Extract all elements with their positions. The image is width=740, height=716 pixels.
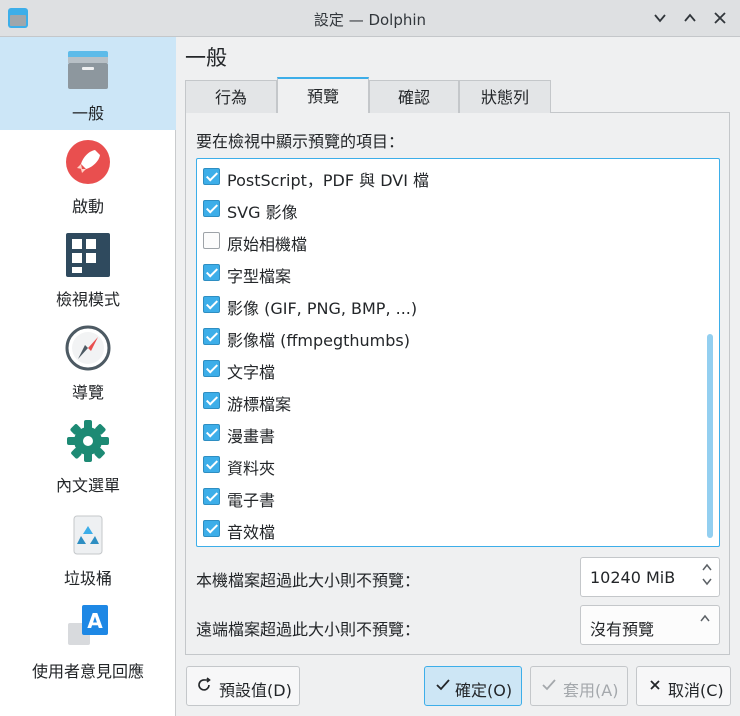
list-item-label: 影像 (GIF, PNG, BMP, ...) (227, 299, 418, 318)
list-scrollbar[interactable] (707, 334, 713, 538)
chevron-up-icon (684, 13, 696, 22)
checkbox[interactable] (203, 168, 220, 185)
list-item[interactable]: 影像檔 (ffmpegthumbs) (197, 321, 697, 353)
preview-section-label: 要在檢視中顯示預覽的項目： (196, 132, 405, 151)
preview-plugin-list[interactable]: PostScript，PDF 與 DVI 檔 SVG 影像 原始相機檔 字型檔案… (196, 158, 720, 547)
defaults-button-label: 預設值(D) (219, 681, 292, 700)
sidebar-item-label: 一般 (71, 104, 104, 123)
window-title: 設定 — Dolphin (313, 11, 427, 29)
chevron-down-icon[interactable] (701, 575, 713, 589)
list-item[interactable]: PostScript，PDF 與 DVI 檔 (197, 161, 697, 193)
tab-status-bar[interactable]: 狀態列 (459, 80, 551, 113)
checkbox[interactable] (203, 264, 220, 281)
gear-icon (67, 420, 109, 462)
trash-icon (73, 515, 103, 555)
list-item[interactable]: 文字檔 (197, 353, 697, 385)
list-item-label: 音效檔 (227, 523, 276, 542)
checkbox[interactable] (203, 296, 220, 313)
list-item-label: 電子書 (227, 491, 276, 510)
list-item[interactable]: 電子書 (197, 481, 697, 513)
cancel-button[interactable]: 取消(C) (636, 666, 731, 706)
checkbox[interactable] (203, 392, 220, 409)
minimize-button[interactable] (648, 6, 672, 30)
chevron-up-icon[interactable] (701, 561, 713, 575)
chevron-down-icon (654, 14, 666, 23)
cancel-button-label: 取消(C) (668, 681, 724, 700)
close-icon (714, 12, 726, 24)
sidebar-item-label: 內文選單 (55, 476, 120, 495)
tab-behavior[interactable]: 行為 (185, 80, 277, 113)
feedback-icon: A (68, 605, 108, 645)
spin-arrows[interactable] (701, 561, 713, 589)
sidebar-item-label: 檢視模式 (55, 290, 120, 309)
list-item-label: 字型檔案 (227, 267, 292, 286)
list-item[interactable]: 字型檔案 (197, 257, 697, 289)
list-item-label: 原始相機檔 (227, 235, 308, 254)
checkbox[interactable] (203, 328, 220, 345)
sidebar: 一般 啟動 檢視模式 導覽 內文選單 垃圾桶 A 使用者意見回應 (0, 37, 176, 716)
checkbox[interactable] (203, 424, 220, 441)
apply-button-label: 套用(A) (563, 681, 619, 700)
page-title: 一般 (185, 46, 227, 70)
checkbox[interactable] (203, 488, 220, 505)
checkbox[interactable] (203, 456, 220, 473)
tab-bar: 行為 預覽 確認 狀態列 (185, 77, 725, 113)
remote-size-select[interactable]: 沒有預覽 (580, 605, 720, 645)
svg-text:A: A (87, 609, 103, 633)
sidebar-item-startup[interactable]: 啟動 (0, 130, 176, 223)
sidebar-item-label: 導覽 (71, 383, 104, 402)
tab-preview[interactable]: 預覽 (277, 77, 369, 113)
list-item[interactable]: 資料夾 (197, 449, 697, 481)
general-icon (68, 51, 108, 89)
sidebar-item-label: 使用者意見回應 (31, 662, 144, 681)
list-item-label: SVG 影像 (227, 203, 298, 222)
sidebar-item-feedback[interactable]: A 使用者意見回應 (0, 595, 176, 695)
list-item-label: 資料夾 (227, 459, 276, 478)
remote-size-value: 沒有預覽 (590, 620, 655, 639)
list-item[interactable]: SVG 影像 (197, 193, 697, 225)
maximize-button[interactable] (678, 6, 702, 30)
sidebar-item-context-menu[interactable]: 內文選單 (0, 409, 176, 502)
list-item-label: 游標檔案 (227, 395, 292, 414)
checkbox[interactable] (203, 360, 220, 377)
compass-icon (65, 325, 111, 371)
ok-button[interactable]: 確定(O) (424, 666, 522, 706)
close-button[interactable] (708, 6, 732, 30)
rocket-icon (66, 140, 110, 184)
list-item[interactable]: 音效檔 (197, 513, 697, 545)
chevron-up-icon (700, 614, 710, 622)
sidebar-item-view-modes[interactable]: 檢視模式 (0, 223, 176, 316)
sidebar-item-trash[interactable]: 垃圾桶 (0, 502, 176, 595)
local-size-value: 10240 MiB (590, 568, 676, 587)
apply-button[interactable]: 套用(A) (530, 666, 628, 706)
checkbox[interactable] (203, 200, 220, 217)
list-item-label: 文字檔 (227, 363, 276, 382)
local-size-label: 本機檔案超過此大小則不預覽： (196, 571, 421, 590)
close-icon (650, 680, 660, 690)
restore-icon (198, 677, 211, 691)
local-size-spinbox[interactable]: 10240 MiB (580, 557, 720, 597)
list-item[interactable]: 漫畫書 (197, 417, 697, 449)
list-item-label: PostScript，PDF 與 DVI 檔 (227, 171, 430, 190)
list-item-label: 影像檔 (ffmpegthumbs) (227, 331, 410, 350)
sidebar-item-navigation[interactable]: 導覽 (0, 316, 176, 409)
sidebar-item-label: 垃圾桶 (63, 569, 112, 588)
title-bar: 設定 — Dolphin (0, 0, 740, 37)
list-item[interactable]: 原始相機檔 (197, 225, 697, 257)
list-item-label: 漫畫書 (227, 427, 276, 446)
list-item[interactable]: 影像 (GIF, PNG, BMP, ...) (197, 289, 697, 321)
sidebar-item-general[interactable]: 一般 (0, 37, 176, 130)
checkmark-icon (436, 679, 450, 691)
tab-confirmations[interactable]: 確認 (369, 80, 459, 113)
checkbox[interactable] (203, 520, 220, 537)
checkmark-icon (542, 679, 556, 691)
remote-size-label: 遠端檔案超過此大小則不預覽： (196, 620, 421, 639)
ok-button-label: 確定(O) (455, 681, 513, 700)
checkbox[interactable] (203, 232, 220, 249)
list-item[interactable]: 游標檔案 (197, 385, 697, 417)
sidebar-item-label: 啟動 (71, 197, 104, 216)
view-modes-icon (66, 233, 110, 277)
defaults-button[interactable]: 預設值(D) (186, 666, 300, 706)
